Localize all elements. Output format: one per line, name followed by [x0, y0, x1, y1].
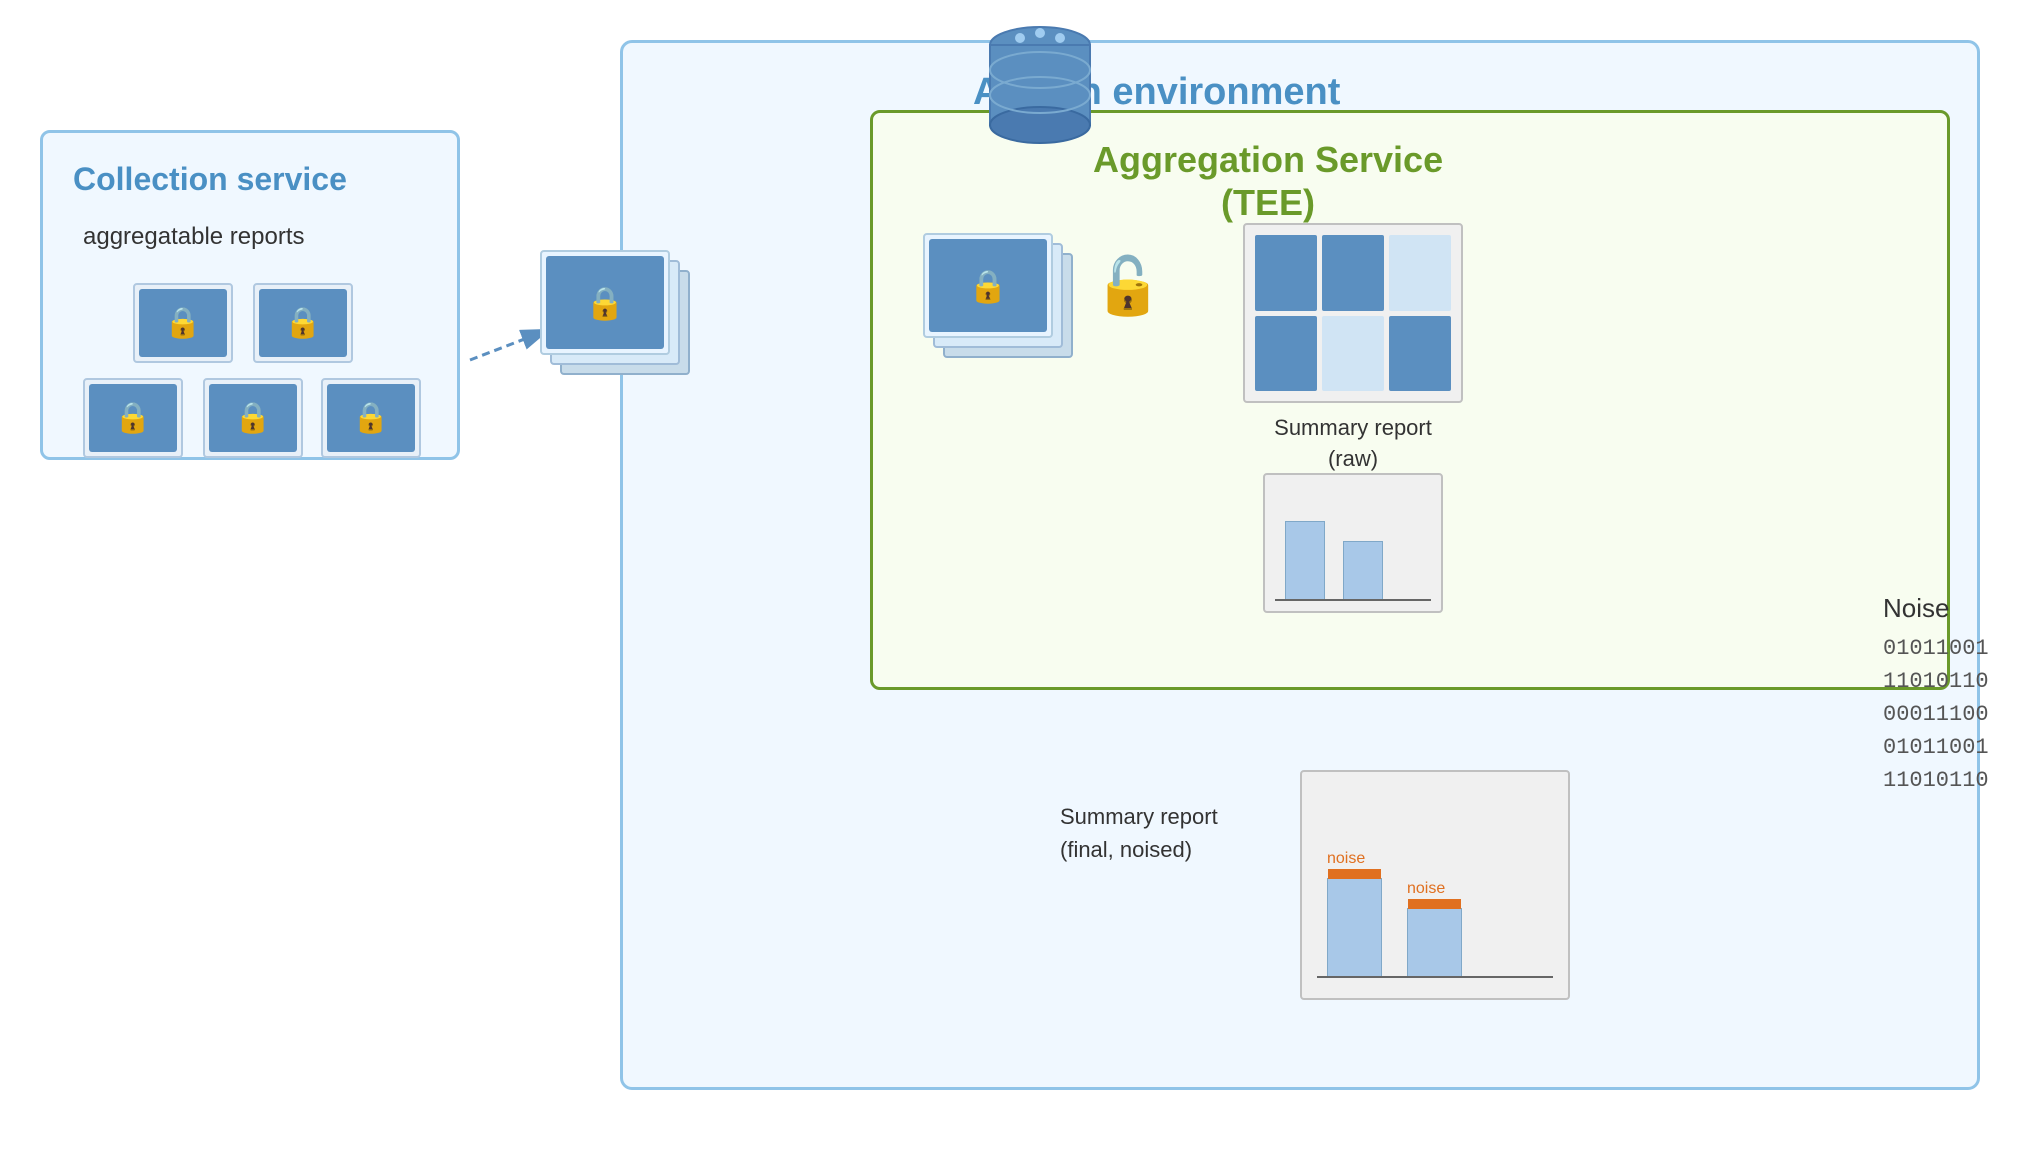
lock-icon-4: 🔒 [234, 401, 271, 436]
bar-chart-raw-card [1263, 473, 1443, 613]
collection-doc-3: 🔒 [83, 378, 183, 458]
summary-raw-label: Summary report (raw) [1243, 413, 1463, 475]
lock-icon-3: 🔒 [114, 401, 151, 436]
bar-final-2 [1407, 908, 1462, 978]
bar-final-1 [1327, 878, 1382, 978]
database-icon [985, 20, 1095, 155]
collection-doc-2: 🔒 [253, 283, 353, 363]
aggregation-service-label: Aggregation Service (TEE) [1093, 138, 1443, 224]
aggregation-service-box: Aggregation Service (TEE) 🔒 🔓 [870, 110, 1950, 690]
summary-raw-card [1243, 223, 1463, 403]
middle-doc-front: 🔒 [540, 250, 670, 355]
lock-icon-agg: 🔒 [968, 267, 1008, 305]
noise-label-2: noise [1407, 880, 1445, 898]
noise-label-1: noise [1327, 850, 1365, 868]
noise-bar-2 [1408, 899, 1461, 909]
collection-doc-5: 🔒 [321, 378, 421, 458]
unlock-icon: 🔓 [1093, 253, 1163, 319]
lock-icon-5: 🔒 [352, 401, 389, 436]
summary-final-label: Summary report (final, noised) [1060, 800, 1218, 866]
noise-binary: 0101100111010110000111000101100111010110 [1883, 632, 1989, 797]
lock-icon-2: 🔒 [284, 306, 321, 341]
aggregatable-reports-label: aggregatable reports [83, 223, 304, 251]
collection-doc-1: 🔒 [133, 283, 233, 363]
noise-bar-1 [1328, 869, 1381, 879]
collection-service-label: Collection service [73, 161, 347, 198]
summary-final-card: noise noise [1300, 770, 1570, 1000]
diagram-container: Adtech environment Collection service ag… [0, 0, 2032, 1160]
lock-icon-1: 🔒 [164, 306, 201, 341]
agg-doc-front: 🔒 [923, 233, 1053, 338]
noise-area: Noise 0101100111010110000111000101100111… [1883, 593, 1989, 797]
collection-service-box: Collection service aggregatable reports … [40, 130, 460, 460]
bar-raw-2 [1343, 541, 1383, 601]
lock-icon-middle: 🔒 [585, 284, 625, 322]
collection-doc-4: 🔒 [203, 378, 303, 458]
bar-raw-1 [1285, 521, 1325, 601]
